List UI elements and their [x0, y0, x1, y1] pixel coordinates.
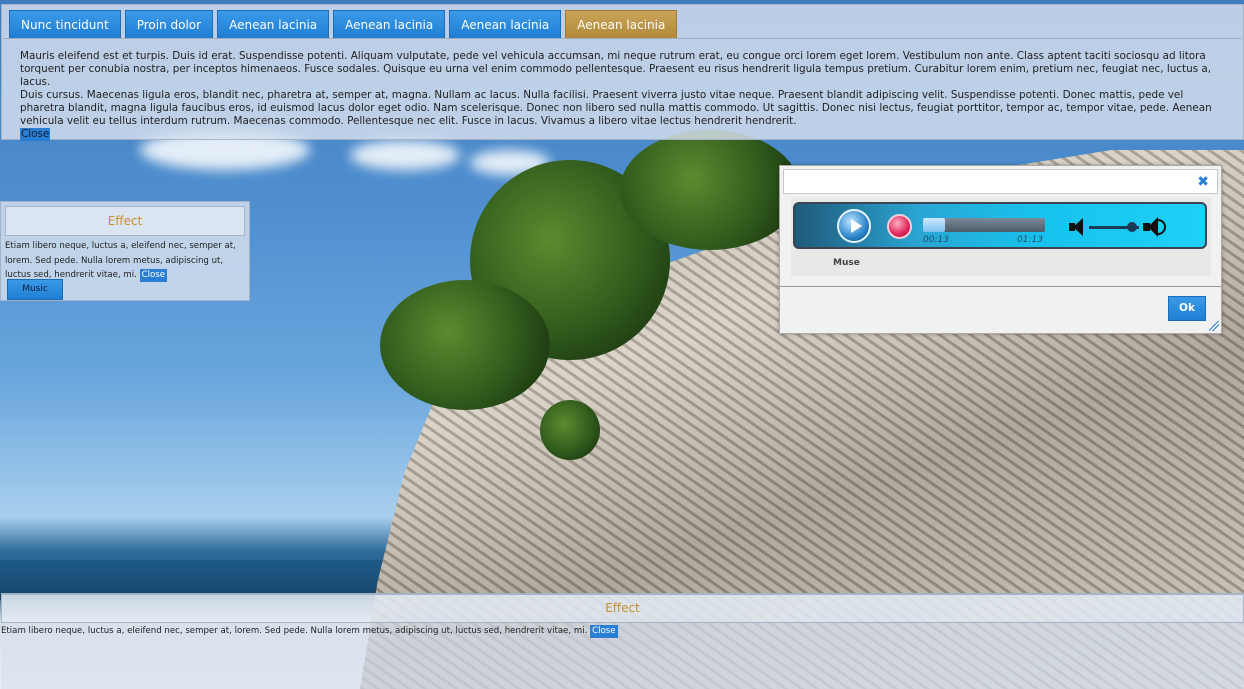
tab-content: Mauris eleifend est et turpis. Duis id e… [3, 38, 1242, 141]
current-time: 00:13 [923, 235, 949, 245]
progress-bar[interactable] [923, 218, 1045, 232]
close-icon[interactable]: ✖ [1197, 174, 1209, 190]
resize-grip-icon[interactable] [1209, 321, 1219, 331]
tab-bar: Nunc tincidunt Proin dolor Aenean lacini… [9, 10, 678, 38]
player-area: 00:13 01:13 Muse [791, 198, 1211, 276]
tab-aenean-lacinia-2[interactable]: Aenean lacinia [333, 10, 446, 38]
tree [380, 280, 550, 410]
bottom-effect-header[interactable]: Effect [1, 594, 1244, 623]
tab-paragraph-2: Duis cursus. Maecenas ligula eros, bland… [20, 89, 1212, 127]
dialog-separator [780, 286, 1221, 287]
tab-proin-dolor[interactable]: Proin dolor [124, 10, 214, 38]
volume-knob[interactable] [1126, 222, 1137, 232]
volume-mute-icon[interactable] [1069, 218, 1085, 236]
tab-aenean-lacinia-1[interactable]: Aenean lacinia [217, 10, 330, 38]
tab-close-link[interactable]: Close [20, 128, 51, 141]
effect-text: Etiam libero neque, luctus a, eleifend n… [5, 239, 249, 283]
effect-header[interactable]: Effect [5, 206, 245, 236]
stop-icon[interactable] [887, 214, 912, 239]
effect-close-link[interactable]: Close [139, 269, 168, 283]
bottom-close-link[interactable]: Close [590, 625, 618, 638]
volume-max-icon[interactable] [1143, 216, 1169, 238]
track-name: Muse [833, 258, 860, 268]
dialog-titlebar[interactable]: ✖ [783, 169, 1218, 194]
ok-button[interactable]: Ok [1168, 296, 1206, 321]
bottom-body-text: Etiam libero neque, luctus a, eleifend n… [1, 626, 588, 636]
tab-paragraph-1: Mauris eleifend est et turpis. Duis id e… [20, 50, 1212, 88]
effect-panel: Effect Etiam libero neque, luctus a, ele… [0, 201, 250, 301]
bottom-effect-panel: Effect Etiam libero neque, luctus a, ele… [1, 593, 1244, 689]
total-time: 01:13 [1017, 235, 1043, 245]
tabs-panel: Nunc tincidunt Proin dolor Aenean lacini… [1, 4, 1244, 141]
music-dialog: ✖ 00:13 01:13 Muse Ok [779, 165, 1222, 334]
music-button[interactable]: Music [7, 279, 63, 300]
tree [540, 400, 600, 460]
tab-aenean-lacinia-3[interactable]: Aenean lacinia [449, 10, 562, 38]
bottom-effect-text: Etiam libero neque, luctus a, eleifend n… [1, 624, 618, 638]
cloud [350, 140, 460, 170]
audio-player: 00:13 01:13 [793, 202, 1207, 249]
play-icon[interactable] [837, 209, 871, 243]
tab-aenean-lacinia-active[interactable]: Aenean lacinia [565, 10, 678, 38]
tab-nunc-tincidunt[interactable]: Nunc tincidunt [9, 10, 121, 38]
tree [620, 130, 800, 250]
effect-body-text: Etiam libero neque, luctus a, eleifend n… [5, 241, 236, 281]
progress-fill [923, 218, 945, 232]
